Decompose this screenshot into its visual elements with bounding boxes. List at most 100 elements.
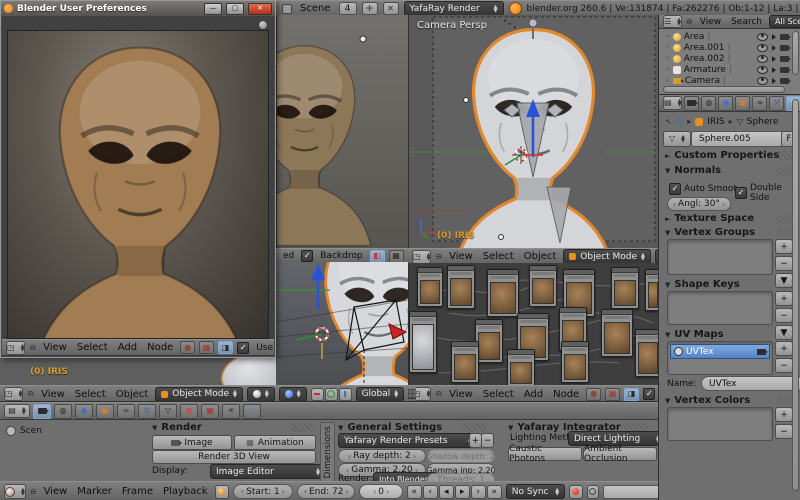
selectable-icon[interactable] <box>772 34 776 40</box>
menu-select[interactable]: Select <box>480 251 517 262</box>
uvmap-remove-button[interactable]: − <box>775 358 793 373</box>
jump-to-start-button[interactable]: « <box>407 485 422 499</box>
collapse-menus-icon[interactable]: ⊖ <box>686 18 693 26</box>
double-sided-option[interactable]: ✓Double Side <box>735 183 800 203</box>
menu-add[interactable]: Add <box>521 389 546 400</box>
manipulator-icons[interactable] <box>311 388 352 401</box>
vertex-colors-list[interactable] <box>667 407 773 441</box>
prev-keyframe-button[interactable]: ‹ <box>423 485 438 499</box>
add-screen-button[interactable]: ✛ <box>362 2 378 15</box>
material-tab-icon[interactable]: ● <box>180 404 198 419</box>
texture-node[interactable] <box>417 267 443 307</box>
display-select[interactable]: Image Editor▲▼ <box>210 464 326 479</box>
texture-node-editor[interactable] <box>408 263 659 385</box>
object-tab-icon[interactable]: ▣ <box>735 96 750 111</box>
secondary-3d-viewport[interactable] <box>276 15 409 248</box>
material-nodes-icon[interactable]: ● <box>586 388 601 401</box>
texture-node[interactable] <box>475 319 503 363</box>
caustic-photons-button[interactable]: Caustic Photons <box>508 447 582 461</box>
editor-type-select[interactable]: ▤▲▼ <box>663 96 682 110</box>
texture-node[interactable] <box>645 269 659 311</box>
menu-view[interactable]: View <box>38 389 68 400</box>
modifiers-tab-icon[interactable]: ⚒ <box>138 404 156 419</box>
menu-select[interactable]: Select <box>72 389 109 400</box>
object-tab-icon[interactable]: ▣ <box>96 404 114 419</box>
editor-type-select[interactable]: ◳▲▼ <box>412 250 431 264</box>
collapse-menus-icon[interactable]: ⊖ <box>435 253 442 261</box>
mode-select[interactable]: Object Mode▲▼ <box>563 249 651 264</box>
menu-view[interactable]: View <box>40 342 70 353</box>
play-reverse-button[interactable]: ◂ <box>439 485 454 499</box>
vcolor-remove-button[interactable]: − <box>775 424 793 439</box>
render-3d-view-button[interactable]: Render 3D View <box>152 450 316 464</box>
frame-start-field[interactable]: ‹Start: 1› <box>233 484 293 499</box>
renderable-icon[interactable] <box>780 78 789 84</box>
vgroup-add-button[interactable]: + <box>775 239 793 254</box>
particles-tab-icon[interactable]: ✳ <box>222 404 240 419</box>
vertex-groups-list[interactable] <box>667 239 773 275</box>
visibility-icon[interactable] <box>757 66 768 74</box>
menu-view[interactable]: View <box>446 389 476 400</box>
mesh-browse-button[interactable]: ▽▲▼ <box>663 131 691 147</box>
texture-node[interactable] <box>601 309 633 357</box>
window-titlebar[interactable]: Blender User Preferences — ▢ ✕ <box>1 1 275 16</box>
constraints-tab-icon[interactable]: ∞ <box>117 404 135 419</box>
orientation-select[interactable]: Global▲▼ <box>356 387 405 402</box>
menu-view[interactable]: View <box>41 486 71 497</box>
texture-node[interactable] <box>635 329 659 377</box>
uv-name-field[interactable]: UVTex <box>701 376 800 391</box>
menu-view[interactable]: View <box>697 17 724 27</box>
texture-node[interactable] <box>561 341 589 383</box>
uv-map-item[interactable]: UVTex <box>670 344 770 359</box>
menu-search[interactable]: Search <box>728 17 765 27</box>
mode-select[interactable]: Object Mode▲▼ <box>155 387 243 402</box>
keying-set-field[interactable] <box>603 485 662 499</box>
uvmap-add-button[interactable]: + <box>775 341 793 356</box>
expand-icon[interactable]: ◦ <box>665 66 670 74</box>
texture-node[interactable] <box>487 269 519 317</box>
modifiers-tab-icon[interactable]: ⚒ <box>769 96 784 111</box>
renderable-icon[interactable] <box>780 67 789 73</box>
selectable-icon[interactable] <box>772 78 776 84</box>
dimensions-collapsed-panel[interactable]: Dimensions <box>320 422 335 482</box>
visibility-icon[interactable] <box>757 44 768 52</box>
outliner-item-label[interactable]: Area.002 <box>684 54 725 64</box>
use-nodes-checkbox[interactable]: ✓ <box>643 388 655 400</box>
vertex-colors-panel[interactable]: ▼Vertex Colors <box>665 395 750 406</box>
editor-type-select[interactable]: ◳▲▼ <box>6 341 25 355</box>
breadcrumb-scene[interactable]: Scen <box>20 426 42 436</box>
render-engine-select[interactable]: YafaRay Render▲▼ <box>404 1 504 16</box>
visibility-icon[interactable] <box>757 55 768 63</box>
breadcrumb-object[interactable]: IRIS <box>707 117 724 127</box>
ambient-occlusion-button[interactable]: Ambient Occlusion <box>583 447 657 461</box>
texture-node[interactable] <box>447 265 475 309</box>
collapse-menus-icon[interactable]: ⊖ <box>435 390 442 398</box>
mesh-name-field[interactable]: Sphere.005 <box>691 131 795 147</box>
image-node[interactable] <box>409 311 437 373</box>
menu-add[interactable]: Add <box>115 342 140 353</box>
scene-datablock[interactable]: Scene <box>297 3 334 14</box>
menu-select[interactable]: Select <box>480 389 517 400</box>
frame-end-field[interactable]: ‹End: 72› <box>297 484 356 499</box>
compositing-nodes-icon[interactable]: ◨ <box>218 341 233 354</box>
menu-node[interactable]: Node <box>144 342 176 353</box>
texture-node[interactable] <box>611 267 639 309</box>
properties-vscrollbar[interactable] <box>792 99 799 491</box>
preview-range-toggle[interactable] <box>215 485 229 499</box>
current-frame-field[interactable]: ‹0› <box>359 484 402 499</box>
render-tab-icon[interactable] <box>684 96 699 111</box>
main-3d-viewport[interactable]: Camera Persp (0) IRIS <box>408 15 659 248</box>
shadow-depth-slider[interactable]: ‹Shadow depth: 2› <box>427 449 495 463</box>
jump-to-end-button[interactable]: » <box>487 485 502 499</box>
render-image-button[interactable]: Image <box>152 435 232 450</box>
outliner-row[interactable]: ◦ Area.002| <box>659 53 800 64</box>
left-3d-viewport[interactable]: (0) IRIS <box>0 358 276 385</box>
texture-tab-icon[interactable]: ▦ <box>201 404 219 419</box>
selectable-icon[interactable] <box>772 67 776 73</box>
smooth-angle-slider[interactable]: ‹Angl: 30°› <box>667 197 731 211</box>
viewport-shading-select[interactable]: ▲▼ <box>247 387 275 402</box>
render-window[interactable]: Blender User Preferences — ▢ ✕ ◳▲▼ ⊖ Vie… <box>0 0 276 358</box>
custom-properties-panel[interactable]: ►Custom Properties <box>665 150 779 161</box>
menu-view[interactable]: View <box>446 251 476 262</box>
texture-node[interactable] <box>451 341 479 383</box>
